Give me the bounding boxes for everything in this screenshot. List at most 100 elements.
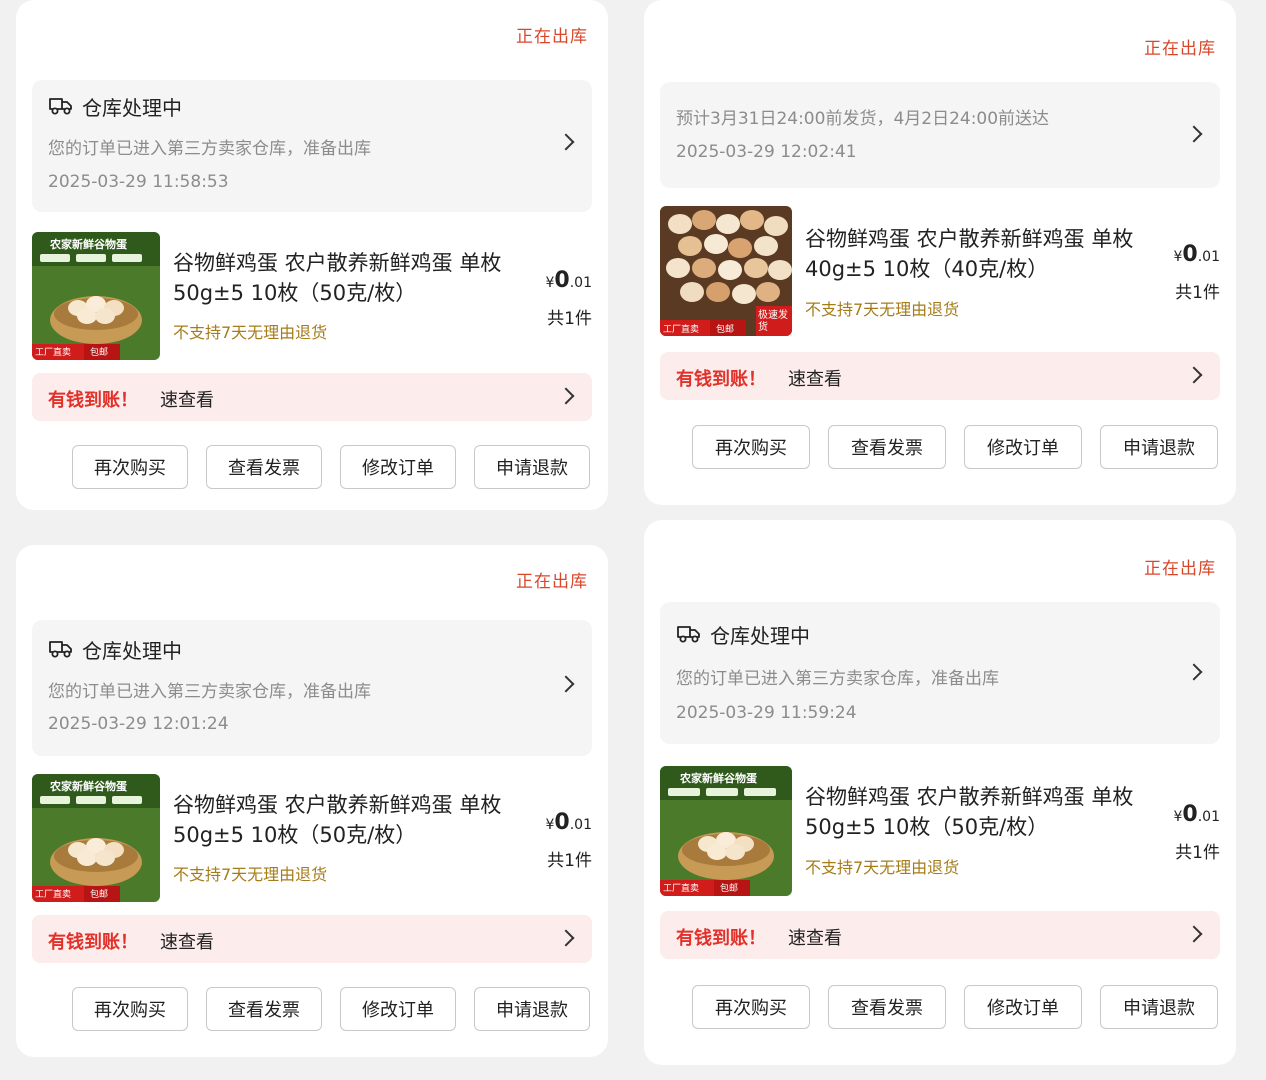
product-image-text: 农家新鲜谷物蛋 — [680, 772, 757, 785]
logistics-panel[interactable]: 仓库处理中 您的订单已进入第三方卖家仓库，准备出库 2025-03-29 12:… — [32, 620, 592, 756]
modify-order-button[interactable]: 修改订单 — [340, 445, 456, 489]
product-image[interactable]: 工厂直卖 包邮 极速发货 — [660, 206, 792, 336]
badge-free-shipping: 包邮 — [716, 325, 735, 335]
order-status: 正在出库 — [516, 572, 588, 592]
product-image[interactable]: 农家新鲜谷物蛋 工厂直卖 包邮 — [32, 232, 160, 360]
money-text: 速查看 — [788, 369, 842, 390]
product-row[interactable]: 农家新鲜谷物蛋 工厂直卖 包邮 谷物鲜鸡蛋 农户散养新鲜鸡蛋 单枚50g±5 1… — [32, 774, 592, 904]
logistics-description: 预计3月31日24:00前发货，4月2日24:00前送达 — [676, 109, 1050, 129]
price-decimal: .01 — [569, 817, 592, 833]
chevron-right-icon — [557, 675, 575, 693]
no-return-notice: 不支持7天无理由退货 — [805, 858, 960, 877]
modify-order-button[interactable]: 修改订单 — [964, 985, 1082, 1029]
money-text: 速查看 — [160, 932, 214, 953]
money-highlight: 有钱到账！ — [48, 390, 138, 411]
product-image[interactable]: 农家新鲜谷物蛋 工厂直卖 包邮 — [660, 766, 792, 896]
logistics-description: 您的订单已进入第三方卖家仓库，准备出库 — [676, 669, 999, 689]
money-arrived-banner[interactable]: 有钱到账！ 速查看 — [660, 352, 1220, 400]
view-invoice-button[interactable]: 查看发票 — [206, 987, 322, 1031]
buy-again-button[interactable]: 再次购买 — [692, 425, 810, 469]
product-title[interactable]: 谷物鲜鸡蛋 农户散养新鲜鸡蛋 单枚50g±5 10枚（50克/枚） — [173, 790, 513, 850]
logistics-title: 仓库处理中 — [82, 96, 182, 120]
order-status: 正在出库 — [1144, 559, 1216, 579]
logistics-time: 2025-03-29 12:01:24 — [48, 714, 229, 734]
product-image-text: 农家新鲜谷物蛋 — [50, 780, 127, 793]
modify-order-button[interactable]: 修改订单 — [340, 987, 456, 1031]
logistics-description: 您的订单已进入第三方卖家仓库，准备出库 — [48, 139, 371, 159]
product-row[interactable]: 农家新鲜谷物蛋 工厂直卖 包邮 谷物鲜鸡蛋 农户散养新鲜鸡蛋 单枚50g±5 1… — [660, 766, 1220, 896]
request-refund-button[interactable]: 申请退款 — [474, 987, 590, 1031]
logistics-time: 2025-03-29 11:58:53 — [48, 172, 229, 192]
product-price: ¥0.01 — [1174, 242, 1221, 267]
request-refund-button[interactable]: 申请退款 — [474, 445, 590, 489]
action-buttons: 再次购买 查看发票 修改订单 申请退款 — [692, 985, 1218, 1029]
price-decimal: .01 — [1197, 809, 1220, 825]
badge-free-shipping: 包邮 — [90, 890, 109, 900]
truck-icon — [676, 622, 702, 648]
logistics-panel[interactable]: 预计3月31日24:00前发货，4月2日24:00前送达 2025-03-29 … — [660, 82, 1220, 188]
action-buttons: 再次购买 查看发票 修改订单 申请退款 — [692, 425, 1218, 469]
money-text: 速查看 — [788, 928, 842, 949]
badge-factory: 工厂直卖 — [663, 325, 700, 335]
badge-factory: 工厂直卖 — [663, 884, 700, 894]
order-card: 正在出库 预计3月31日24:00前发货，4月2日24:00前送达 2025-0… — [644, 0, 1236, 505]
logistics-panel[interactable]: 仓库处理中 您的订单已进入第三方卖家仓库，准备出库 2025-03-29 11:… — [32, 80, 592, 212]
product-image-text: 农家新鲜谷物蛋 — [50, 238, 127, 251]
order-card: 正在出库 仓库处理中 您的订单已进入第三方卖家仓库，准备出库 2025-03-2… — [16, 0, 608, 510]
request-refund-button[interactable]: 申请退款 — [1100, 425, 1218, 469]
order-status: 正在出库 — [516, 27, 588, 47]
product-quantity: 共1件 — [1175, 283, 1220, 303]
request-refund-button[interactable]: 申请退款 — [1100, 985, 1218, 1029]
badge-fast-delivery: 极速发货 — [758, 310, 788, 333]
product-row[interactable]: 农家新鲜谷物蛋 工厂直卖 包邮 谷物鲜鸡蛋 农户散养新鲜鸡蛋 单枚50g±5 1… — [32, 232, 592, 362]
action-buttons: 再次购买 查看发票 修改订单 申请退款 — [72, 445, 590, 489]
chevron-right-icon — [557, 133, 575, 151]
badge-free-shipping: 包邮 — [90, 348, 109, 358]
money-arrived-banner[interactable]: 有钱到账！ 速查看 — [32, 373, 592, 421]
product-title[interactable]: 谷物鲜鸡蛋 农户散养新鲜鸡蛋 单枚40g±5 10枚（40克/枚） — [805, 224, 1145, 284]
price-integer: 0 — [1182, 802, 1198, 827]
buy-again-button[interactable]: 再次购买 — [72, 445, 188, 489]
money-text: 速查看 — [160, 390, 214, 411]
badge-factory: 工厂直卖 — [35, 890, 72, 900]
chevron-right-icon — [557, 929, 575, 947]
product-row[interactable]: 工厂直卖 包邮 极速发货 谷物鲜鸡蛋 农户散养新鲜鸡蛋 单枚40g±5 10枚（… — [660, 206, 1220, 336]
no-return-notice: 不支持7天无理由退货 — [173, 865, 328, 884]
logistics-time: 2025-03-29 11:59:24 — [676, 703, 857, 723]
modify-order-button[interactable]: 修改订单 — [964, 425, 1082, 469]
buy-again-button[interactable]: 再次购买 — [692, 985, 810, 1029]
no-return-notice: 不支持7天无理由退货 — [173, 323, 328, 342]
price-integer: 0 — [554, 268, 570, 293]
product-title[interactable]: 谷物鲜鸡蛋 农户散养新鲜鸡蛋 单枚50g±5 10枚（50克/枚） — [805, 782, 1145, 842]
no-return-notice: 不支持7天无理由退货 — [805, 300, 960, 319]
price-decimal: .01 — [1197, 249, 1220, 265]
order-card: 正在出库 仓库处理中 您的订单已进入第三方卖家仓库，准备出库 2025-03-2… — [16, 545, 608, 1057]
truck-icon — [48, 637, 74, 663]
truck-icon — [48, 94, 74, 120]
money-highlight: 有钱到账！ — [676, 928, 766, 949]
view-invoice-button[interactable]: 查看发票 — [206, 445, 322, 489]
chevron-right-icon — [557, 387, 575, 405]
product-price: ¥0.01 — [1174, 802, 1221, 827]
logistics-title: 仓库处理中 — [710, 624, 810, 648]
money-arrived-banner[interactable]: 有钱到账！ 速查看 — [660, 911, 1220, 959]
product-title[interactable]: 谷物鲜鸡蛋 农户散养新鲜鸡蛋 单枚50g±5 10枚（50克/枚） — [173, 248, 513, 308]
product-price: ¥0.01 — [546, 810, 593, 835]
product-quantity: 共1件 — [547, 309, 592, 329]
order-card: 正在出库 仓库处理中 您的订单已进入第三方卖家仓库，准备出库 2025-03-2… — [644, 520, 1236, 1065]
buy-again-button[interactable]: 再次购买 — [72, 987, 188, 1031]
view-invoice-button[interactable]: 查看发票 — [828, 425, 946, 469]
product-price: ¥0.01 — [546, 268, 593, 293]
badge-factory: 工厂直卖 — [35, 348, 72, 358]
money-arrived-banner[interactable]: 有钱到账！ 速查看 — [32, 915, 592, 963]
view-invoice-button[interactable]: 查看发票 — [828, 985, 946, 1029]
product-image[interactable]: 农家新鲜谷物蛋 工厂直卖 包邮 — [32, 774, 160, 902]
logistics-time: 2025-03-29 12:02:41 — [676, 142, 857, 162]
product-quantity: 共1件 — [1175, 843, 1220, 863]
money-highlight: 有钱到账！ — [676, 369, 766, 390]
chevron-right-icon — [1185, 925, 1203, 943]
chevron-right-icon — [1185, 663, 1203, 681]
logistics-panel[interactable]: 仓库处理中 您的订单已进入第三方卖家仓库，准备出库 2025-03-29 11:… — [660, 602, 1220, 744]
logistics-title: 仓库处理中 — [82, 639, 182, 663]
price-integer: 0 — [1182, 242, 1198, 267]
